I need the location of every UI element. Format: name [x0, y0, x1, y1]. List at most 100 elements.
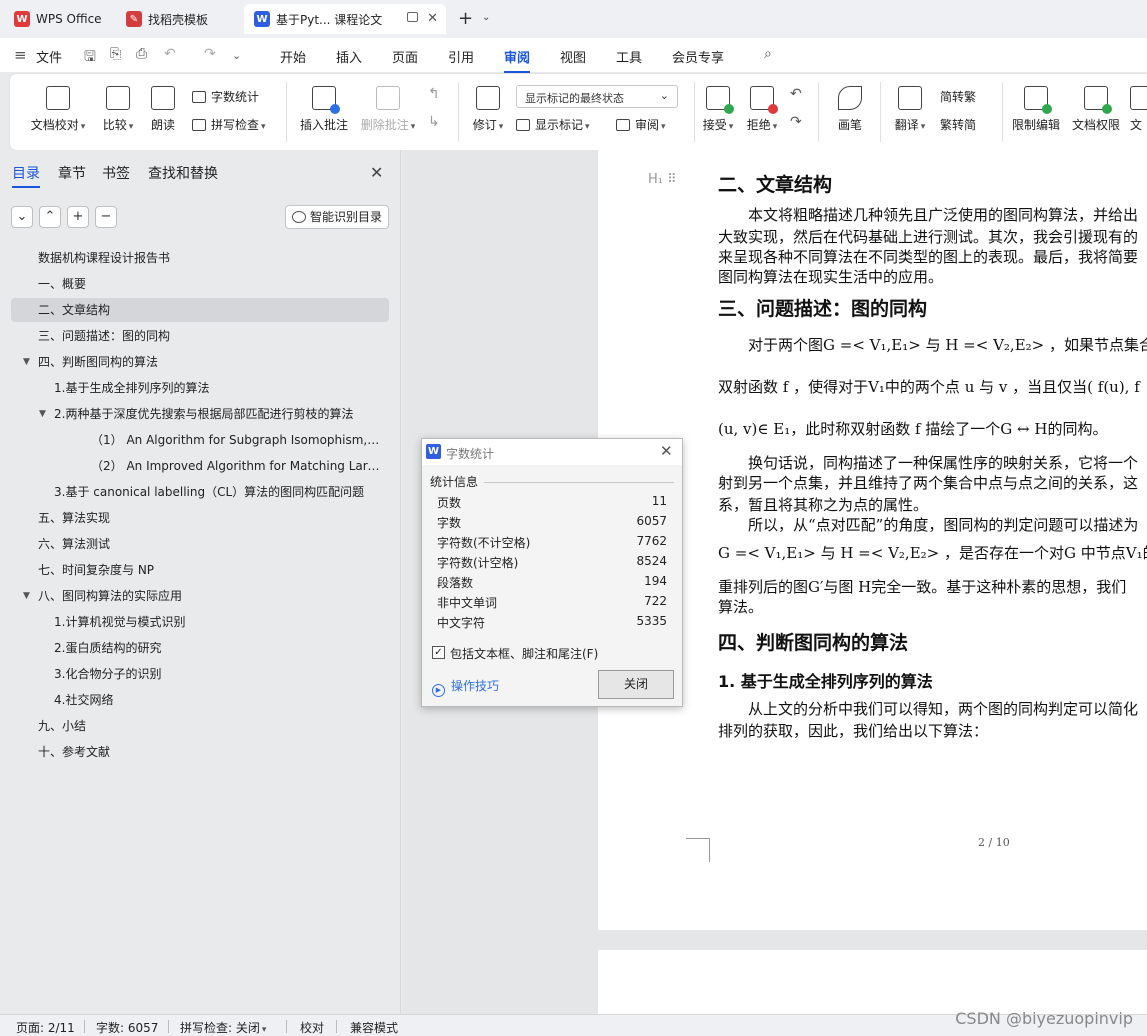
tips-link[interactable]: ▶ 操作技巧 — [432, 677, 499, 697]
status-words[interactable]: 字数: 6057 — [96, 1019, 158, 1036]
next-change-icon[interactable]: ↷ — [790, 114, 802, 130]
nav-tab-find-replace[interactable]: 查找和替换 — [148, 163, 218, 183]
dialog-close-icon[interactable]: ✕ — [660, 442, 673, 460]
chevron-down-icon[interactable]: ⌄ — [232, 49, 241, 62]
hamburger-icon[interactable]: ≡ — [14, 46, 27, 64]
toc-item[interactable]: 4.社交网络 — [11, 688, 389, 712]
mark-state-select[interactable]: 显示标记的最终状态 ⌄ — [516, 85, 678, 108]
reject-button[interactable]: 拒绝 ▾ — [744, 86, 780, 133]
toc-item-label: 2.两种基于深度优先搜索与根据局部匹配进行剪枝的算法 — [54, 407, 354, 421]
review-pane-button[interactable]: 审阅 ▾ — [616, 116, 666, 133]
stat-value: 7762 — [636, 534, 667, 548]
toc-item[interactable]: 数据机构课程设计报告书 — [11, 246, 389, 270]
pen-button[interactable]: 画笔 — [832, 86, 868, 133]
nav-tab-bookmark[interactable]: 书签 — [102, 163, 130, 183]
remove-heading-button[interactable]: − — [95, 206, 117, 228]
menu-member[interactable]: 会员专享 — [672, 47, 724, 66]
spell-check-button[interactable]: 拼写检查 ▾ — [192, 116, 266, 133]
toc-item[interactable]: 三、问题描述：图的同构 — [11, 324, 389, 348]
toc-item[interactable]: 2.蛋白质结构的研究 — [11, 636, 389, 660]
stat-value: 722 — [644, 594, 667, 608]
toc-item[interactable]: ▼ 2.两种基于深度优先搜索与根据局部匹配进行剪枝的算法 — [11, 402, 389, 426]
include-textbox-checkbox[interactable]: ✓ — [432, 646, 445, 659]
toc-item[interactable]: ▼ 八、图同构算法的实际应用 — [11, 584, 389, 608]
toc-item[interactable]: 十、参考文献 — [11, 740, 389, 764]
nav-tab-chapter[interactable]: 章节 — [58, 163, 86, 183]
menu-start[interactable]: 开始 — [280, 47, 306, 66]
restore-icon[interactable] — [407, 12, 418, 22]
menu-file[interactable]: 文件 — [36, 47, 62, 66]
prev-change-icon[interactable]: ↶ — [790, 86, 802, 102]
word-count-button[interactable]: 字数统计 — [192, 88, 259, 105]
insert-comment-button[interactable]: 插入批注 — [298, 86, 350, 133]
revise-button[interactable]: 修订 ▾ — [468, 86, 508, 133]
toc-item-label: 七、时间复杂度与 NP — [38, 563, 155, 577]
toc-item[interactable]: 六、算法测试 — [11, 532, 389, 556]
read-aloud-button[interactable]: 朗读 — [148, 86, 178, 133]
to-simplified-button[interactable]: 繁转简 — [940, 116, 976, 133]
toc-item[interactable]: 七、时间复杂度与 NP — [11, 558, 389, 582]
status-proof[interactable]: 校对 — [300, 1019, 324, 1036]
expand-all-button[interactable]: ⌄ — [11, 206, 33, 228]
show-marks-button[interactable]: 显示标记 ▾ — [516, 116, 590, 133]
doc-rights-button[interactable]: 文档权限 — [1070, 86, 1122, 133]
collapse-all-button[interactable]: ⌃ — [39, 206, 61, 228]
expand-triangle-icon[interactable]: ▼ — [23, 584, 30, 608]
dialog-titlebar[interactable]: W 字数统计 — [422, 439, 682, 465]
delete-comment-button[interactable]: 删除批注 ▾ — [358, 86, 418, 133]
restrict-edit-button[interactable]: 限制编辑 — [1010, 86, 1062, 133]
add-heading-button[interactable]: + — [67, 206, 89, 228]
status-spell[interactable]: 拼写检查: 关闭 ▾ — [180, 1019, 266, 1036]
smart-toc-button[interactable]: 智能识别目录 — [285, 205, 389, 229]
save-icon[interactable]: 🖫 — [84, 46, 96, 70]
close-icon[interactable]: ✕ — [370, 163, 383, 182]
tab-label: WPS Office — [36, 12, 102, 26]
toc-item[interactable]: 二、文章结构 — [11, 298, 389, 322]
include-textbox-label[interactable]: 包括文本框、脚注和尾注(F) — [450, 645, 598, 662]
toc-item[interactable]: （2） An Improved Algorithm for Matching L… — [11, 454, 389, 478]
expand-triangle-icon[interactable]: ▼ — [39, 402, 46, 426]
next-comment-icon[interactable]: ↳ — [428, 114, 440, 130]
doc-check-button[interactable]: 文档校对 ▾ — [28, 86, 88, 133]
heading-handle-icon[interactable]: H₁ ⠿ — [648, 172, 677, 187]
spell-check-label: 拼写检查 — [211, 118, 260, 132]
translate-button[interactable]: 翻译 ▾ — [890, 86, 930, 133]
toc-item[interactable]: 1.计算机视觉与模式识别 — [11, 610, 389, 634]
print-preview-icon[interactable]: ⎙ — [136, 46, 147, 62]
new-tab-icon[interactable]: + — [458, 8, 473, 29]
toc-item[interactable]: 九、小结 — [11, 714, 389, 738]
expand-triangle-icon[interactable]: ▼ — [23, 350, 30, 374]
toc-item[interactable]: 3.基于 canonical labelling（CL）算法的图同构匹配问题 — [11, 480, 389, 504]
review-pane-label: 审阅 — [635, 118, 660, 132]
menu-view[interactable]: 视图 — [560, 47, 586, 66]
toc-item[interactable]: 1.基于生成全排列序列的算法 — [11, 376, 389, 400]
tab-template[interactable]: ✎ 找稻壳模板 — [116, 4, 240, 34]
to-traditional-button[interactable]: 简转繁 — [940, 88, 976, 105]
undo-icon[interactable]: ↶ — [164, 46, 176, 62]
toc-item[interactable]: 一、概要 — [11, 272, 389, 296]
accept-button[interactable]: 接受 ▾ — [700, 86, 736, 133]
tab-wps-office[interactable]: W WPS Office — [4, 4, 112, 34]
menu-reference[interactable]: 引用 — [448, 47, 474, 66]
close-tab-icon[interactable]: ✕ — [427, 11, 438, 26]
search-icon[interactable]: ⌕ — [764, 46, 772, 62]
menu-review[interactable]: 审阅 — [504, 47, 531, 73]
status-page[interactable]: 页面: 2/11 — [16, 1019, 75, 1036]
share-icon[interactable]: ⎘ — [110, 46, 121, 62]
prev-comment-icon[interactable]: ↰ — [428, 86, 440, 102]
menu-tools[interactable]: 工具 — [616, 47, 642, 66]
paragraph-line: 大致实现，然后在代码基础上进行测试。其次，我会引援现有的 — [718, 228, 1139, 246]
toc-item[interactable]: ▼ 四、判断图同构的算法 — [11, 350, 389, 374]
compare-button[interactable]: 比较 ▾ — [96, 86, 140, 133]
doc-more-button[interactable]: 文 — [1130, 86, 1147, 133]
chevron-down-icon[interactable]: ⌄ — [482, 12, 490, 23]
menu-insert[interactable]: 插入 — [336, 47, 362, 66]
toc-item[interactable]: 3.化合物分子的识别 — [11, 662, 389, 686]
nav-tab-toc[interactable]: 目录 — [12, 163, 40, 188]
dialog-close-button[interactable]: 关闭 — [598, 670, 674, 699]
redo-icon[interactable]: ↷ — [204, 46, 216, 62]
menu-page[interactable]: 页面 — [392, 47, 418, 66]
toc-item[interactable]: 五、算法实现 — [11, 506, 389, 530]
toc-item[interactable]: （1） An Algorithm for Subgraph Isomophism… — [11, 428, 389, 452]
tab-document[interactable]: W 基于Pyt... 课程论文 ✕ — [244, 4, 446, 34]
